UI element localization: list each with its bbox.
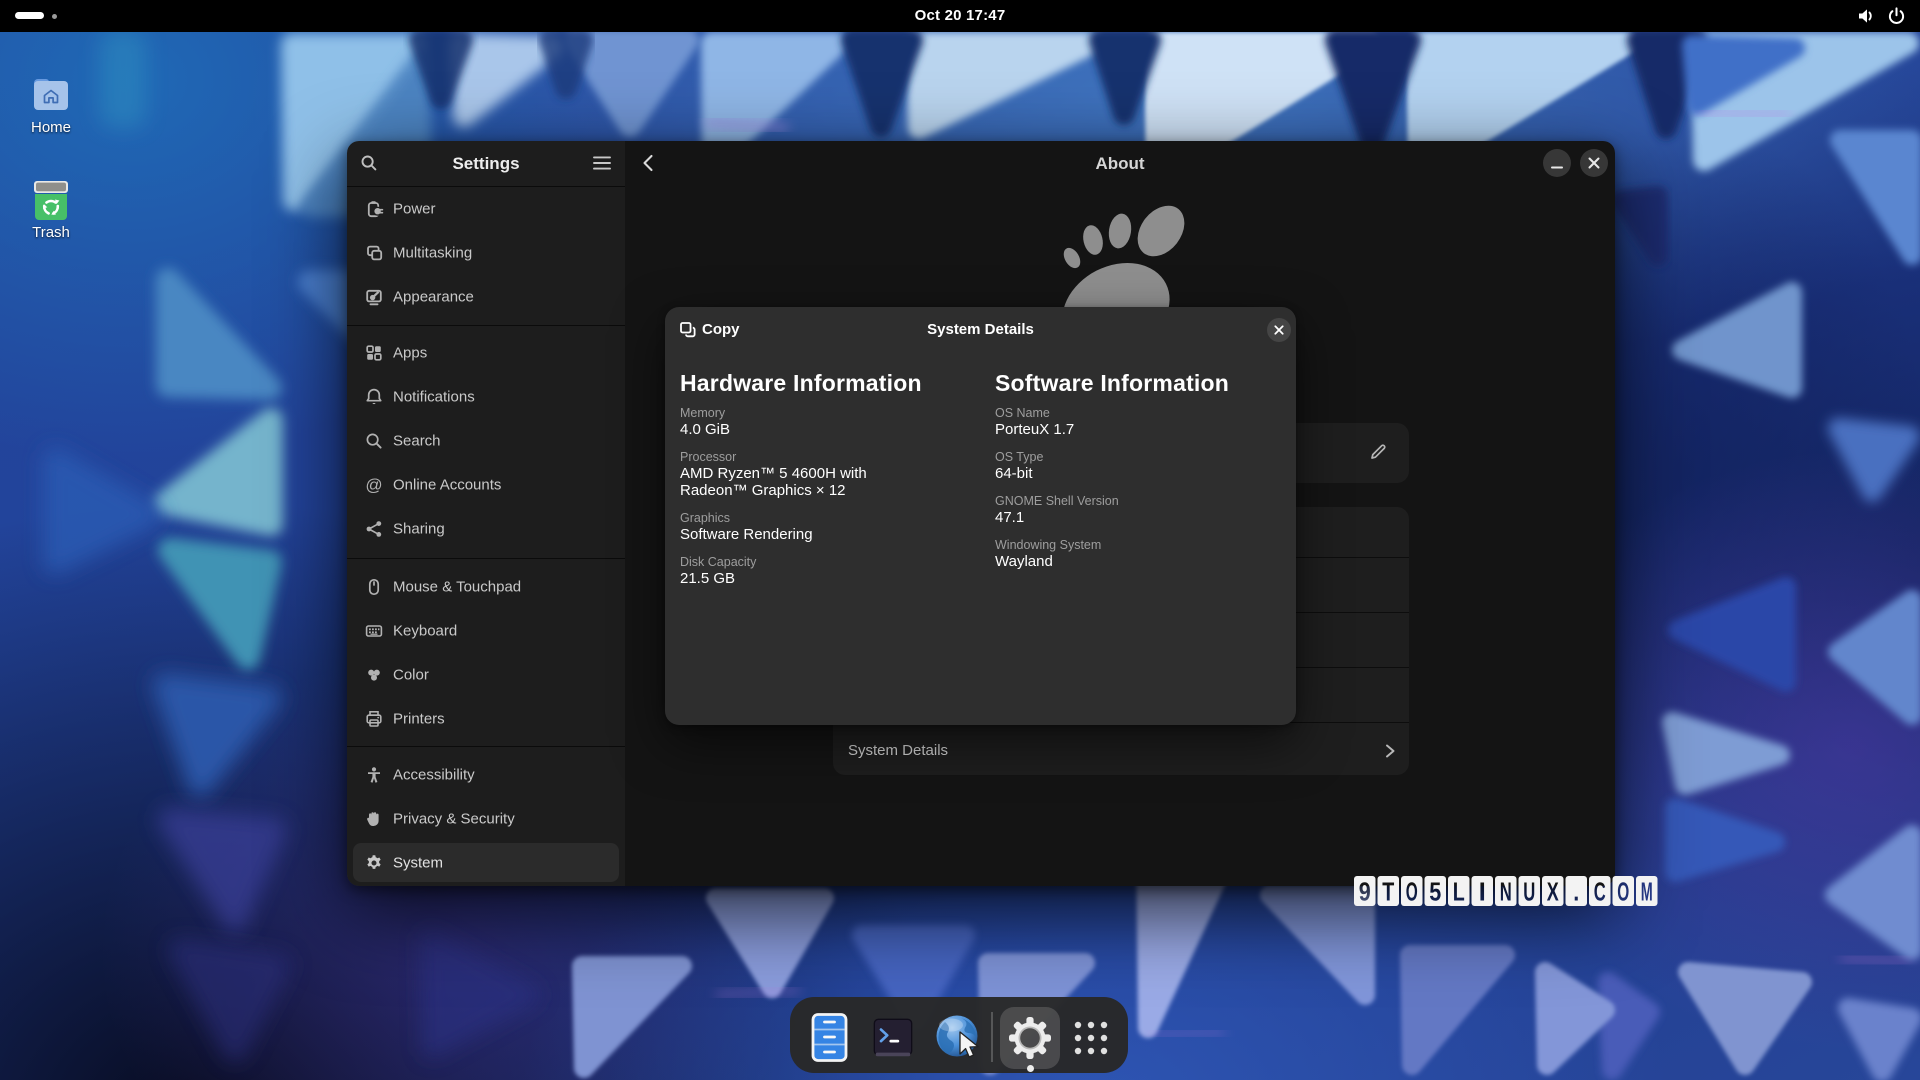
svg-text:@: @	[365, 476, 382, 495]
